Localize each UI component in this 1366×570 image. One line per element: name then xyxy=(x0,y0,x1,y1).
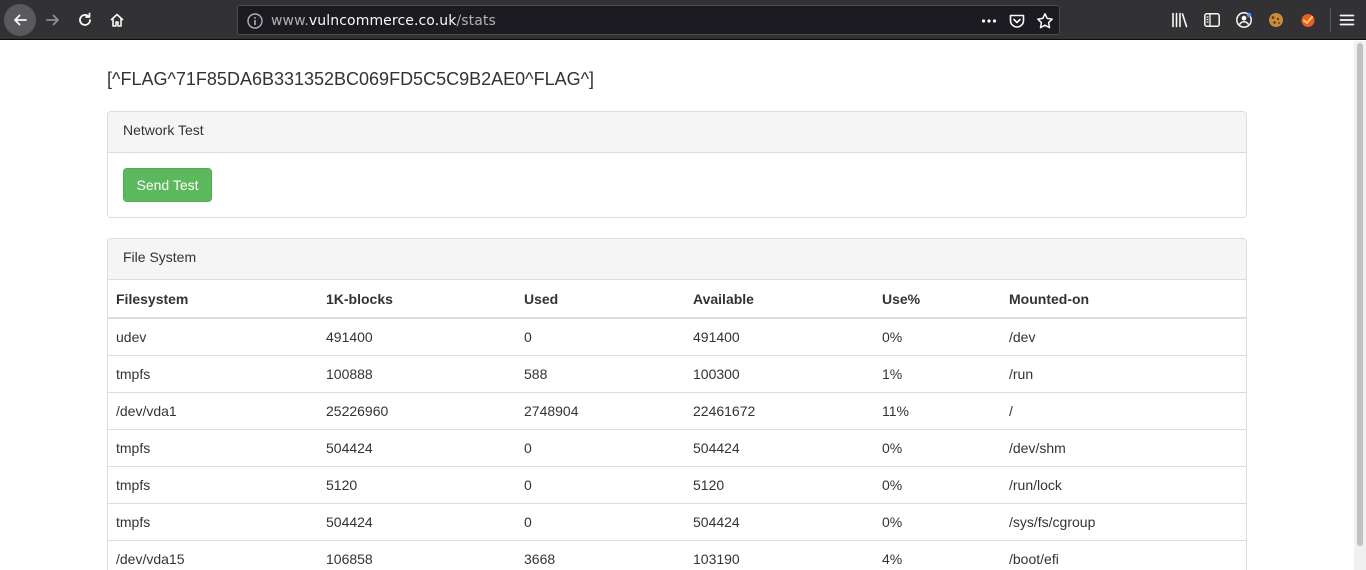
back-arrow-icon xyxy=(14,14,27,26)
cell-filesystem: tmpfs xyxy=(108,354,318,392)
cell-available: 22461672 xyxy=(685,391,874,429)
table-row: tmpfs 504424 0 504424 0%/dev/shm xyxy=(108,428,1246,466)
cell-filesystem: tmpfs xyxy=(108,502,318,540)
network-test-panel: Network Test Send Test xyxy=(107,111,1247,218)
cell-blocks: 5120 xyxy=(318,465,516,503)
cell-available: 100300 xyxy=(685,354,874,392)
column-header-mounted-on: Mounted-on xyxy=(1001,280,1246,319)
star-icon[interactable] xyxy=(1036,12,1054,30)
more-dots-icon[interactable] xyxy=(980,12,998,30)
cell-use-percent: 4% xyxy=(874,539,1001,570)
cell-blocks: 25226960 xyxy=(318,391,516,429)
table-body: udev 491400 0 491400 0%/dev tmpfs 100888 588 100… xyxy=(108,318,1246,570)
column-header-filesystem: Filesystem xyxy=(108,280,318,319)
cell-available: 491400 xyxy=(693,328,740,345)
cell-mounted-on: / xyxy=(1001,391,1246,429)
cell-used: 0 xyxy=(516,428,685,466)
column-header-available: Available xyxy=(685,280,874,319)
network-test-heading: Network Test xyxy=(108,112,1246,153)
send-test-button[interactable]: Send Test xyxy=(123,168,212,202)
cell-used: 0 xyxy=(516,465,685,503)
url-bar[interactable]: www.vulncommerce.co.uk/stats xyxy=(237,5,1060,35)
cell-mounted-on: /boot/efi xyxy=(1001,539,1246,570)
file-system-heading: File System xyxy=(108,239,1246,280)
scrollbar-thumb[interactable] xyxy=(1357,43,1363,546)
extension-icon[interactable] xyxy=(1299,11,1317,29)
column-header-use-percent: Use% xyxy=(874,280,1001,319)
reload-button[interactable] xyxy=(69,4,101,36)
page-content: [^FLAG^71F85DA6B331352BC069FD5C5C9B2AE0^… xyxy=(0,41,1354,570)
cell-filesystem: tmpfs xyxy=(108,428,318,466)
file-system-table: Filesystem 1K-blocks Used Available Use% Moun… xyxy=(108,280,1246,570)
table-row: tmpfs 100888 588 100300 1%/run xyxy=(108,354,1246,392)
flag-text: [^FLAG^71F85DA6B331352BC069FD5C5C9B2AE0^… xyxy=(107,69,595,89)
cell-used: 3668 xyxy=(516,539,685,570)
url-host: vulncommerce.co.uk xyxy=(308,13,457,29)
column-header-used: Used xyxy=(516,280,685,319)
pocket-icon[interactable] xyxy=(1008,12,1026,30)
cell-available: 504424 xyxy=(685,428,874,466)
cell-mounted-on: /sys/fs/cgroup xyxy=(1001,502,1246,540)
cell-filesystem: /dev/vda15 xyxy=(108,539,318,570)
page-scrollbar[interactable] xyxy=(1354,41,1366,570)
cell-filesystem: udev xyxy=(116,328,147,345)
info-icon[interactable] xyxy=(246,12,264,30)
cell-use-percent: 1% xyxy=(874,354,1001,392)
cell-used: 588 xyxy=(516,354,685,392)
cell-mounted-on: /dev xyxy=(1009,328,1036,345)
hamburger-menu-icon[interactable] xyxy=(1338,11,1356,29)
cell-available: 504424 xyxy=(685,502,874,540)
cell-blocks: 106858 xyxy=(318,539,516,570)
cell-used: 0 xyxy=(524,328,532,345)
cookie-icon[interactable] xyxy=(1267,11,1285,29)
cell-blocks: 504424 xyxy=(318,428,516,466)
toolbar-separator xyxy=(1330,8,1331,32)
home-button[interactable] xyxy=(101,4,133,36)
cell-use-percent: 11% xyxy=(874,391,1001,429)
cell-available: 5120 xyxy=(685,465,874,503)
cell-filesystem: /dev/vda1 xyxy=(108,391,318,429)
account-icon[interactable] xyxy=(1235,11,1253,29)
cell-use-percent: 0% xyxy=(882,328,903,345)
column-header-blocks: 1K-blocks xyxy=(318,280,516,319)
browser-toolbar: www.vulncommerce.co.uk/stats xyxy=(0,0,1366,40)
cell-used: 0 xyxy=(516,502,685,540)
reload-icon xyxy=(79,12,91,26)
url-prefix: www. xyxy=(271,13,309,29)
cell-used: 2748904 xyxy=(516,391,685,429)
forward-arrow-icon xyxy=(46,14,59,26)
file-system-panel: File System Filesystem 1K-blocks Used Avail… xyxy=(107,238,1247,570)
cell-use-percent: 0% xyxy=(874,502,1001,540)
cell-mounted-on: /run/lock xyxy=(1001,465,1246,503)
table-row: /dev/vda15 106858 3668 103190 4%/boot/efi xyxy=(108,539,1246,570)
cell-blocks: 491400 xyxy=(326,328,373,345)
sidebar-icon[interactable] xyxy=(1203,11,1221,29)
cell-available: 103190 xyxy=(685,539,874,570)
cell-filesystem: tmpfs xyxy=(108,465,318,503)
cell-blocks: 100888 xyxy=(318,354,516,392)
table-header-row: Filesystem 1K-blocks Used Available Use% Moun… xyxy=(108,280,1246,319)
table-row: tmpfs 504424 0 504424 0%/sys/fs/cgroup xyxy=(108,502,1246,540)
url-text[interactable]: www.vulncommerce.co.uk/stats xyxy=(271,13,496,29)
cell-use-percent: 0% xyxy=(874,428,1001,466)
url-path: /stats xyxy=(456,13,496,29)
forward-button[interactable] xyxy=(37,4,69,36)
home-icon xyxy=(110,13,124,27)
cell-use-percent: 0% xyxy=(874,465,1001,503)
cell-mounted-on: /dev/shm xyxy=(1001,428,1246,466)
table-row: udev 491400 0 491400 0% /dev xyxy=(108,318,1246,355)
table-row: tmpfs 5120 0 5120 0%/run/lock xyxy=(108,465,1246,503)
library-icon[interactable] xyxy=(1171,11,1189,29)
back-button[interactable] xyxy=(4,4,36,36)
cell-blocks: 504424 xyxy=(318,502,516,540)
table-row: /dev/vda1 25226960 2748904 22461672 11% / xyxy=(108,391,1246,429)
cell-mounted-on: /run xyxy=(1001,354,1246,392)
